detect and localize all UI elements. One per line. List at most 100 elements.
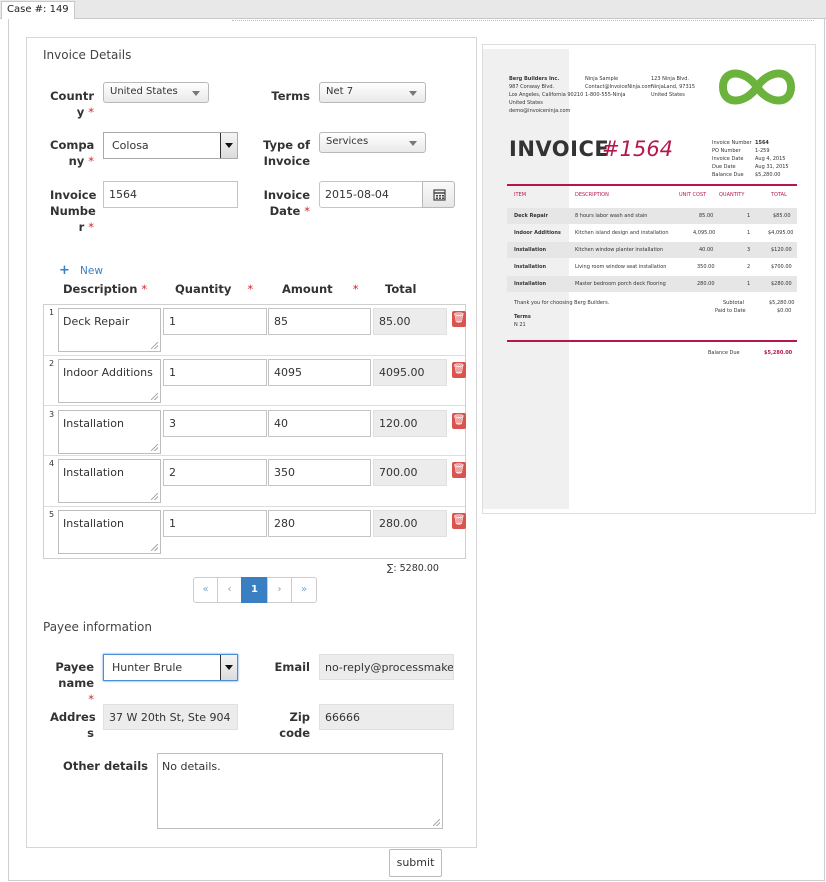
dropdown-button[interactable] — [220, 133, 237, 158]
amount-input[interactable]: 4095 — [268, 359, 371, 386]
resize-handle-icon[interactable] — [151, 493, 158, 500]
row-number: 4 — [49, 459, 55, 468]
pager-first[interactable]: « — [193, 577, 218, 603]
meta-key: Balance Due — [712, 172, 744, 178]
payee-name-value: Hunter Brule — [112, 661, 183, 674]
type-of-invoice-select[interactable]: Services — [319, 132, 426, 153]
from-line4: demo@invoiceninja.com — [509, 108, 571, 114]
invoice-word: INVOICE — [509, 137, 610, 161]
infinity-logo-icon — [718, 69, 796, 105]
other-details-textarea[interactable]: No details. — [157, 753, 443, 829]
payee-name-combo[interactable]: Hunter Brule — [103, 654, 238, 681]
contact-line1: Ninja Sample — [585, 76, 619, 82]
delete-row-button[interactable]: 🗑 — [452, 362, 466, 378]
col-amount: Amount * — [282, 282, 359, 296]
balance-label: Balance Due — [708, 350, 740, 356]
col-desc: DESCRIPTION — [575, 192, 609, 198]
terms-select[interactable]: Net 7 — [319, 82, 426, 103]
from-line1: 987 Conway Blvd. — [509, 84, 555, 90]
calendar-button[interactable] — [422, 181, 455, 208]
description-input[interactable]: Deck Repair — [58, 308, 161, 352]
quantity-input[interactable]: 2 — [163, 459, 267, 486]
paid-value: $0.00 — [777, 308, 792, 314]
description-input[interactable]: Installation — [58, 510, 161, 554]
delete-row-button[interactable]: 🗑 — [452, 413, 466, 429]
divider — [232, 20, 814, 21]
row-divider — [44, 355, 465, 356]
email-label: Email — [274, 660, 310, 674]
quantity-input[interactable]: 1 — [163, 510, 267, 537]
meta-value: $5,280.00 — [755, 172, 781, 178]
amount-input[interactable]: 85 — [268, 308, 371, 335]
meta-value: Aug 31, 2015 — [755, 164, 789, 170]
col-unit: UNIT COST — [679, 192, 707, 198]
resize-handle-icon[interactable] — [433, 819, 440, 826]
trash-icon: 🗑 — [452, 364, 466, 375]
col-total: TOTAL — [771, 192, 787, 198]
pager-last[interactable]: » — [291, 577, 317, 603]
resize-handle-icon[interactable] — [151, 444, 158, 451]
subtotal-value: $5,280.00 — [769, 300, 795, 306]
contact-line3: 1-800-555-Ninja — [585, 92, 626, 98]
col-qty: QUANTITY — [719, 192, 745, 198]
zip-label: Zip code — [279, 710, 310, 740]
amount-input[interactable]: 280 — [268, 510, 371, 537]
quantity-input[interactable]: 1 — [163, 308, 267, 335]
country-label: Countr y * — [50, 89, 94, 119]
dropdown-button[interactable] — [220, 655, 237, 680]
col-description: Description * — [63, 282, 148, 296]
chevron-down-icon — [409, 91, 417, 96]
contact-line2: Contact@InvoiceNinja.com — [585, 84, 653, 90]
new-row-button[interactable]: + New — [59, 264, 119, 279]
total-field: 4095.00 — [373, 359, 447, 386]
delete-row-button[interactable]: 🗑 — [452, 462, 466, 478]
amount-input[interactable]: 350 — [268, 459, 371, 486]
quantity-input[interactable]: 3 — [163, 410, 267, 437]
invoice-date-input[interactable]: 2015-08-04 — [319, 181, 423, 208]
trash-icon: 🗑 — [452, 515, 466, 526]
quantity-input[interactable]: 1 — [163, 359, 267, 386]
chevron-down-icon — [192, 91, 200, 96]
line-desc: Kitchen island design and installation — [575, 230, 669, 236]
meta-key: Due Date — [712, 164, 736, 170]
line-item: Installation — [514, 281, 547, 287]
line-desc: Living room window seat installation — [575, 264, 667, 270]
resize-handle-icon[interactable] — [151, 393, 158, 400]
tab-bar — [0, 0, 826, 19]
submit-button[interactable]: submit — [389, 849, 442, 877]
invoice-number-input[interactable]: 1564 — [103, 181, 238, 208]
pager-current[interactable]: 1 — [241, 577, 268, 603]
delete-row-button[interactable]: 🗑 — [452, 311, 466, 327]
line-desc: Master bedroom porch deck flooring — [575, 281, 666, 287]
pager-next[interactable]: › — [267, 577, 292, 603]
meta-key: PO Number — [712, 148, 741, 154]
description-input[interactable]: Indoor Additions — [58, 359, 161, 403]
sum-total: ∑: 5280.00 — [387, 563, 439, 574]
delete-row-button[interactable]: 🗑 — [452, 513, 466, 529]
addr-line1: 123 Ninja Blvd. — [651, 76, 690, 82]
line-unit: 85.00 — [699, 213, 714, 219]
chevron-down-icon — [409, 141, 417, 146]
meta-value: 1-259 — [755, 148, 770, 154]
company-combo[interactable]: Colosa — [103, 132, 238, 159]
total-field: 280.00 — [373, 510, 447, 537]
terms-value: N 21 — [514, 322, 526, 328]
row-number: 1 — [49, 308, 55, 317]
description-input[interactable]: Installation — [58, 459, 161, 503]
pager-prev[interactable]: ‹ — [217, 577, 242, 603]
calendar-icon — [433, 189, 446, 201]
description-input[interactable]: Installation — [58, 410, 161, 454]
meta-value: Aug 4, 2015 — [755, 156, 786, 162]
amount-input[interactable]: 40 — [268, 410, 371, 437]
row-number: 5 — [49, 510, 55, 519]
line-item: Installation — [514, 264, 547, 270]
country-select[interactable]: United States — [103, 82, 209, 103]
thanks-text: Thank you for choosing Berg Builders. — [514, 300, 610, 306]
line-desc: Kitchen window planter installation — [575, 247, 664, 253]
resize-handle-icon[interactable] — [151, 544, 158, 551]
trash-icon: 🗑 — [452, 313, 466, 324]
tab-case[interactable]: Case #: 149 — [1, 1, 75, 19]
resize-handle-icon[interactable] — [151, 342, 158, 349]
line-qty: 3 — [747, 247, 751, 253]
total-field: 85.00 — [373, 308, 447, 335]
